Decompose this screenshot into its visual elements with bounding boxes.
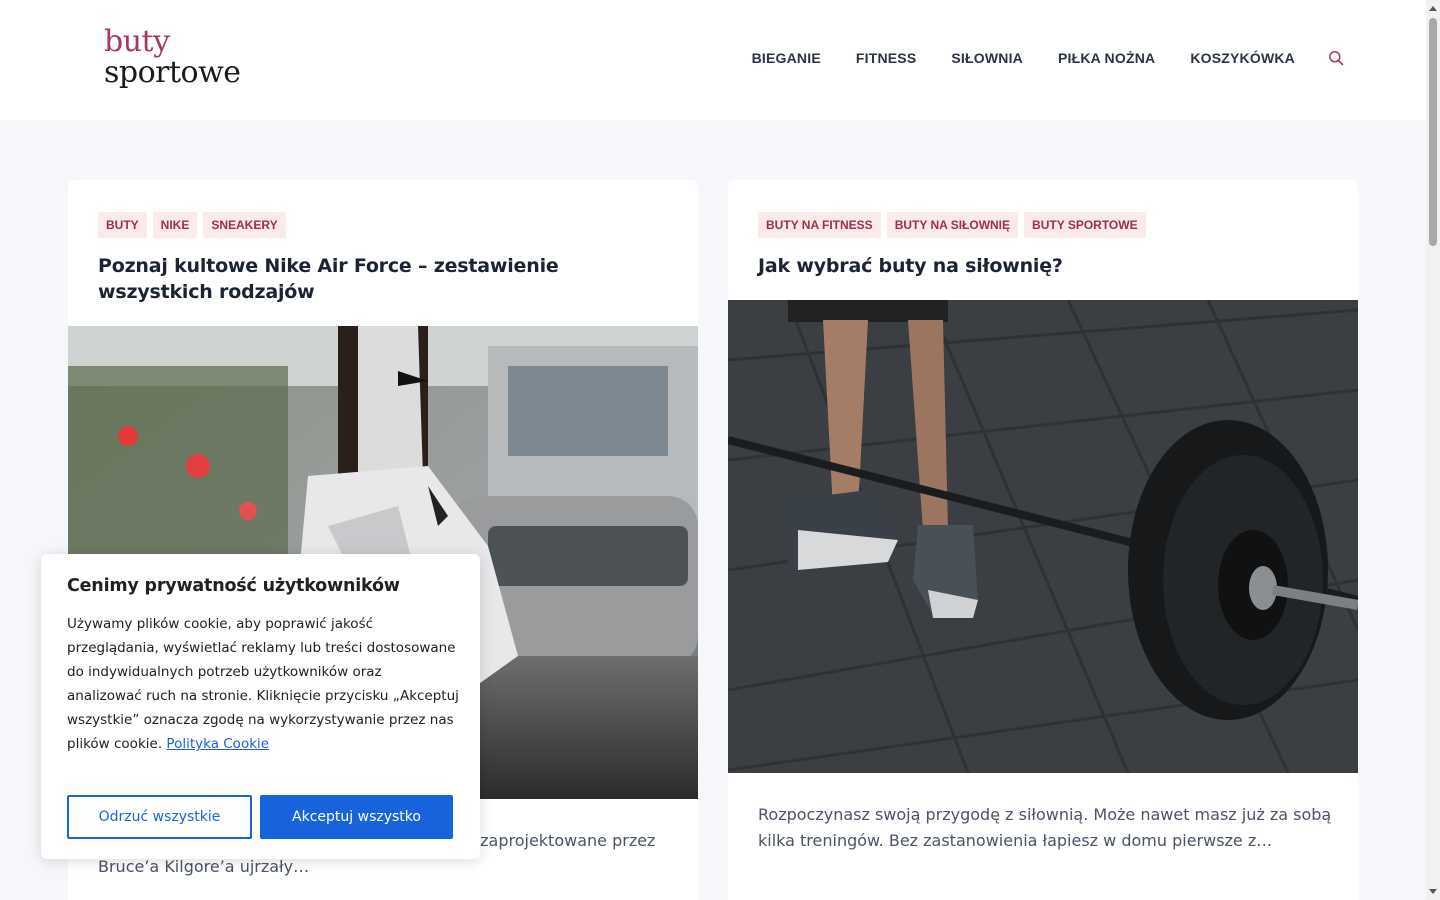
main-nav: BIEGANIE FITNESS SIŁOWNIA PIŁKA NOŻNA KO… <box>717 50 1344 66</box>
nav-item-silownia[interactable]: SIŁOWNIA <box>951 50 1023 66</box>
nav-item-bieganie[interactable]: BIEGANIE <box>752 50 821 66</box>
scroll-down-arrow-icon[interactable] <box>1429 889 1437 894</box>
scroll-thumb[interactable] <box>1429 18 1437 246</box>
nav-item-koszykowka[interactable]: KOSZYKÓWKA <box>1190 50 1295 66</box>
accept-all-button[interactable]: Akceptuj wszystko <box>260 795 453 839</box>
tag-buty-na-fitness[interactable]: BUTY NA FITNESS <box>758 212 881 238</box>
cookie-title: Cenimy prywatność użytkowników <box>67 576 400 596</box>
site-logo[interactable]: buty sportowe <box>104 26 241 88</box>
post-title[interactable]: Jak wybrać buty na siłownię? <box>758 253 1338 279</box>
logo-line-2: sportowe <box>104 55 241 90</box>
cookie-consent-banner: Cenimy prywatność użytkowników Używamy p… <box>41 554 480 859</box>
reject-all-button[interactable]: Odrzuć wszystkie <box>67 795 252 839</box>
site-header: buty sportowe BIEGANIE FITNESS SIŁOWNIA … <box>0 0 1426 120</box>
scroll-up-arrow-icon[interactable] <box>1429 6 1437 11</box>
post-excerpt: Rozpoczynasz swoją przygodę z siłownią. … <box>758 805 1332 850</box>
post-image-barbell[interactable] <box>728 299 1358 774</box>
tag-buty[interactable]: BUTY <box>98 212 147 238</box>
search-icon[interactable] <box>1328 50 1344 66</box>
cookie-policy-link[interactable]: Polityka Cookie <box>166 736 269 752</box>
cookie-text-body: Używamy plików cookie, aby poprawić jako… <box>67 616 459 752</box>
page-scrollbar[interactable] <box>1426 0 1440 900</box>
nav-item-pilka-nozna[interactable]: PIŁKA NOŻNA <box>1058 50 1155 66</box>
post-tags: BUTY NIKE SNEAKERY <box>98 212 292 238</box>
tag-sneakery[interactable]: SNEAKERY <box>203 212 286 238</box>
cookie-text: Używamy plików cookie, aby poprawić jako… <box>67 612 459 756</box>
tag-buty-na-silownie[interactable]: BUTY NA SIŁOWNIĘ <box>886 212 1019 238</box>
logo-line-1: buty <box>104 24 170 59</box>
tag-buty-sportowe[interactable]: BUTY SPORTOWE <box>1024 212 1146 238</box>
tag-nike[interactable]: NIKE <box>152 212 198 238</box>
post-card-buty-na-silownie: BUTY NA FITNESS BUTY NA SIŁOWNIĘ BUTY SP… <box>728 180 1358 900</box>
nav-item-fitness[interactable]: FITNESS <box>856 50 917 66</box>
post-title[interactable]: Poznaj kultowe Nike Air Force – zestawie… <box>98 253 678 305</box>
post-tags: BUTY NA FITNESS BUTY NA SIŁOWNIĘ BUTY SP… <box>758 212 1152 238</box>
